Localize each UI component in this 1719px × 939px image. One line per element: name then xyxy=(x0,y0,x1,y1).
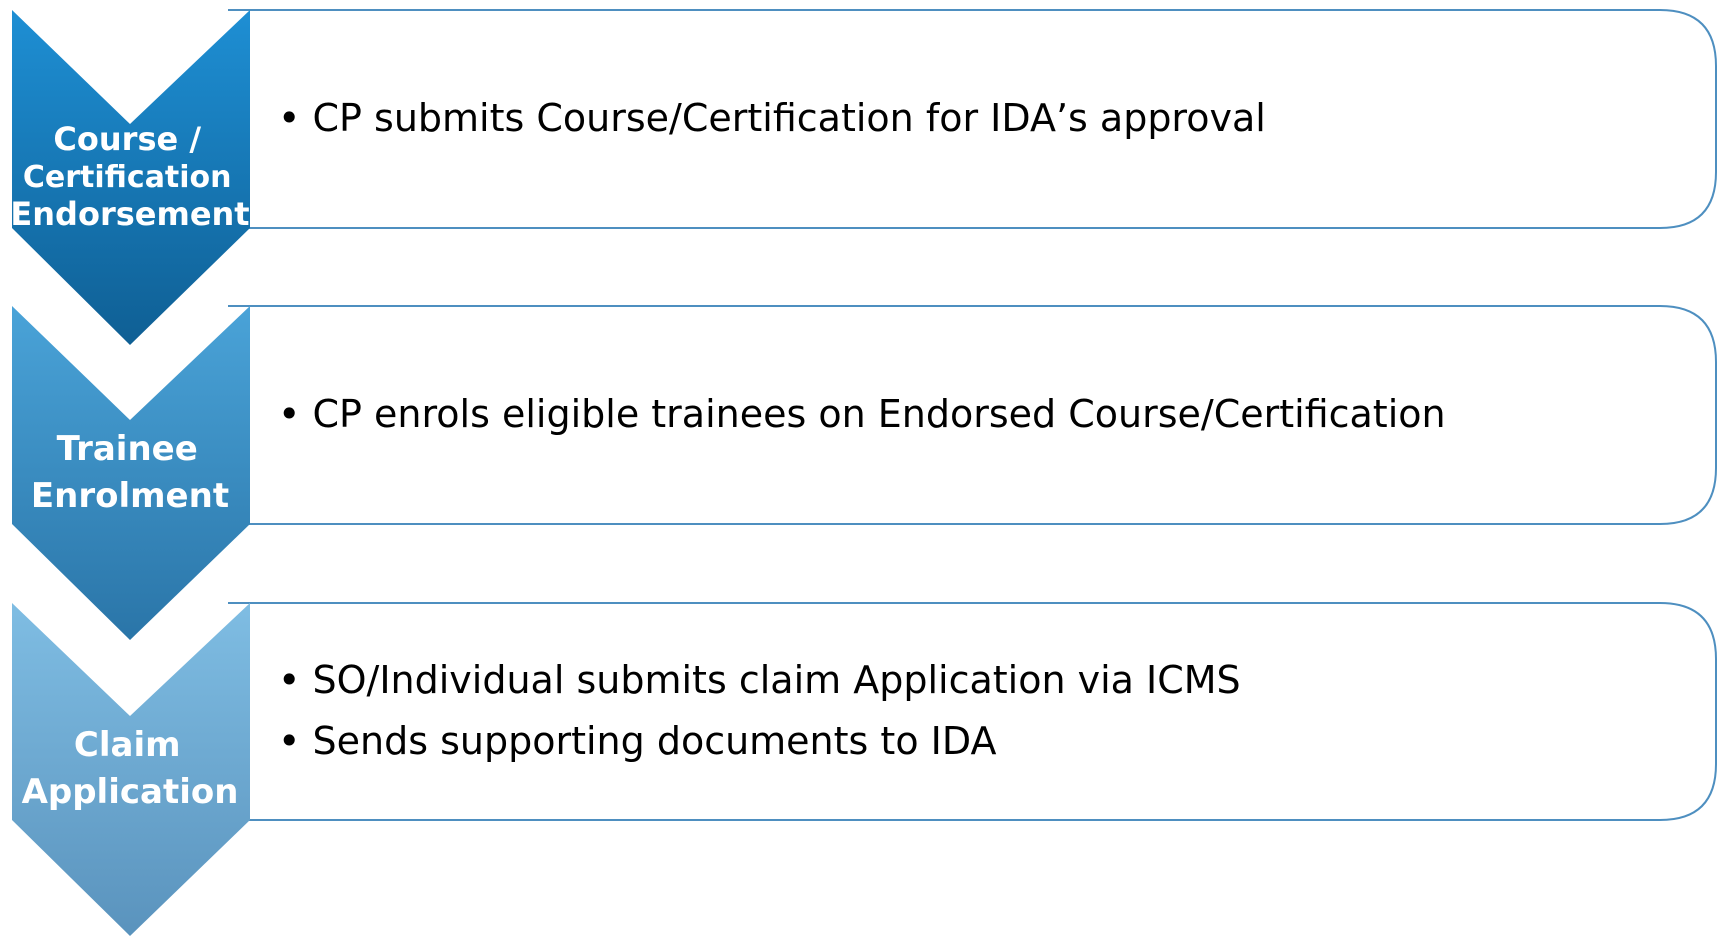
stage-3-bullet-2: • Sends supporting documents to IDA xyxy=(278,719,996,763)
chevron-3 xyxy=(12,603,250,936)
process-flow-diagram: Course / Certification Endorsement • CP … xyxy=(10,9,1717,936)
stage-1-bullet-1: • CP submits Course/Certification for ID… xyxy=(278,96,1266,140)
stage-2-bullet-1: • CP enrols eligible trainees on Endorse… xyxy=(278,392,1446,436)
detail-box-3 xyxy=(228,602,1717,821)
stage-trainee-enrolment: Trainee Enrolment • CP enrols eligible t… xyxy=(12,305,1717,640)
chevron-2 xyxy=(12,306,250,640)
stage-claim-application: Claim Application • SO/Individual submit… xyxy=(12,602,1717,936)
stage-course-certification-endorsement: Course / Certification Endorsement • CP … xyxy=(10,9,1717,345)
stage-3-bullet-1: • SO/Individual submits claim Applicatio… xyxy=(278,658,1241,702)
